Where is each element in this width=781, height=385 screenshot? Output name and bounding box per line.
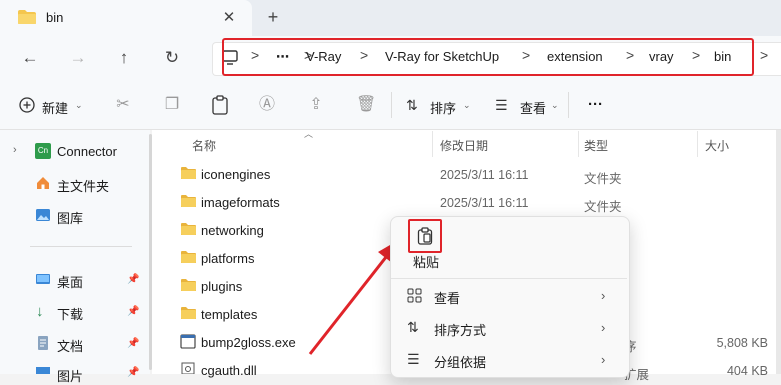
tab-title: bin — [46, 10, 64, 25]
file-size: 404 KB — [726, 364, 768, 378]
chevron-down-icon: ⌄ — [551, 100, 559, 110]
sidebar-item-home[interactable]: 主文件夹 — [57, 176, 109, 195]
folder-icon — [180, 306, 197, 320]
folder-icon — [17, 9, 37, 25]
folder-icon — [180, 278, 197, 292]
menu-item-sort[interactable]: 排序方式 — [434, 320, 486, 339]
rename-icon[interactable]: Ⓐ — [257, 95, 277, 115]
view-icon: ☰ — [495, 97, 508, 113]
content-scrollbar[interactable] — [776, 130, 781, 374]
sort-icon: ⇅ — [406, 97, 418, 113]
documents-icon — [35, 335, 51, 351]
pin-icon: 📌 — [127, 338, 140, 349]
file-type: 文件夹 — [584, 172, 622, 186]
file-size: 5,808 KB — [716, 336, 768, 350]
sidebar-item-desktop[interactable]: 桌面 — [57, 272, 83, 291]
column-header-date[interactable]: 修改日期 — [440, 137, 488, 154]
file-name[interactable]: iconengines — [201, 167, 270, 182]
file-name[interactable]: networking — [201, 223, 264, 238]
refresh-icon[interactable]: ↻ — [158, 44, 186, 72]
paste-highlight-box — [408, 219, 442, 253]
delete-icon[interactable]: 🗑 — [356, 95, 376, 115]
copy-icon[interactable]: ❐ — [162, 95, 182, 115]
home-icon — [35, 175, 51, 191]
pin-icon: 📌 — [127, 306, 140, 317]
grid-view-icon — [407, 288, 422, 303]
chevron-right-icon: › — [601, 288, 606, 303]
view-button[interactable]: 查看 — [520, 98, 546, 117]
toolbar-divider — [568, 92, 569, 118]
file-name[interactable]: cgauth.dll — [201, 363, 257, 378]
folder-icon — [180, 250, 197, 264]
toolbar-divider — [391, 92, 392, 118]
file-name[interactable]: templates — [201, 307, 257, 322]
column-divider[interactable] — [697, 131, 698, 157]
address-highlight-box — [222, 38, 754, 76]
file-name[interactable]: imageformats — [201, 195, 280, 210]
sidebar-item-gallery[interactable]: 图库 — [57, 208, 83, 227]
back-arrow-icon[interactable]: ← — [16, 44, 44, 72]
sidebar-item-connector[interactable]: Connector — [57, 144, 117, 159]
chevron-down-icon: ⌄ — [463, 100, 471, 110]
file-date: 2025/3/11 16:11 — [440, 168, 529, 182]
chevron-right-icon[interactable]: › — [13, 144, 17, 156]
sidebar-item-downloads[interactable]: 下载 — [57, 304, 83, 323]
file-type: 文件夹 — [584, 200, 622, 214]
connector-app-icon: Cn — [35, 143, 51, 159]
file-name[interactable]: platforms — [201, 251, 254, 266]
sidebar-item-pictures[interactable]: 图片 — [57, 366, 83, 385]
paste-clipboard-icon[interactable] — [211, 95, 229, 115]
group-icon: ☰ — [407, 351, 420, 367]
pin-icon: 📌 — [127, 274, 140, 285]
download-icon: ↓ — [36, 303, 44, 320]
close-icon[interactable]: ✕ — [220, 9, 238, 27]
forward-arrow-icon[interactable]: → — [64, 44, 92, 72]
sort-button[interactable]: 排序 — [430, 98, 456, 117]
share-icon[interactable]: ⇪ — [306, 95, 326, 115]
new-plus-icon — [19, 97, 35, 113]
paste-label[interactable]: 粘贴 — [413, 252, 439, 271]
column-header-type[interactable]: 类型 — [584, 137, 608, 154]
new-tab-button[interactable]: + — [263, 7, 283, 27]
column-divider[interactable] — [432, 131, 433, 157]
exe-icon — [180, 334, 196, 349]
chevron-right-icon: › — [601, 352, 606, 367]
dll-icon — [180, 362, 196, 374]
cut-icon[interactable]: ✂ — [113, 95, 133, 115]
pin-icon: 📌 — [127, 367, 140, 378]
chevron-right-icon: › — [601, 320, 606, 335]
sidebar-divider — [30, 246, 132, 247]
new-button[interactable]: 新建 — [42, 98, 68, 117]
column-header-name[interactable]: 名称 — [192, 137, 216, 154]
menu-item-group[interactable]: 分组依据 — [434, 352, 486, 371]
menu-item-view[interactable]: 查看 — [434, 288, 460, 307]
folder-icon — [180, 194, 197, 208]
tab-bin[interactable] — [0, 0, 252, 36]
more-options-icon[interactable]: ··· — [588, 96, 603, 113]
column-divider[interactable] — [578, 131, 579, 157]
chevron-down-icon: ⌄ — [75, 100, 83, 110]
menu-separator — [391, 278, 627, 279]
file-name[interactable]: plugins — [201, 279, 242, 294]
column-header-size[interactable]: 大小 — [705, 137, 729, 154]
desktop-icon — [35, 271, 51, 287]
sort-icon: ⇅ — [407, 319, 419, 335]
sort-up-icon: ︿ — [304, 129, 314, 139]
breadcrumb-separator: > — [760, 47, 769, 63]
sidebar-item-documents[interactable]: 文档 — [57, 336, 83, 355]
folder-icon — [180, 222, 197, 236]
gallery-icon — [35, 207, 51, 223]
folder-icon — [180, 166, 197, 180]
file-name[interactable]: bump2gloss.exe — [201, 335, 296, 350]
file-date: 2025/3/11 16:11 — [440, 196, 529, 210]
up-arrow-icon[interactable]: ↑ — [110, 44, 138, 72]
pictures-icon — [35, 366, 51, 374]
